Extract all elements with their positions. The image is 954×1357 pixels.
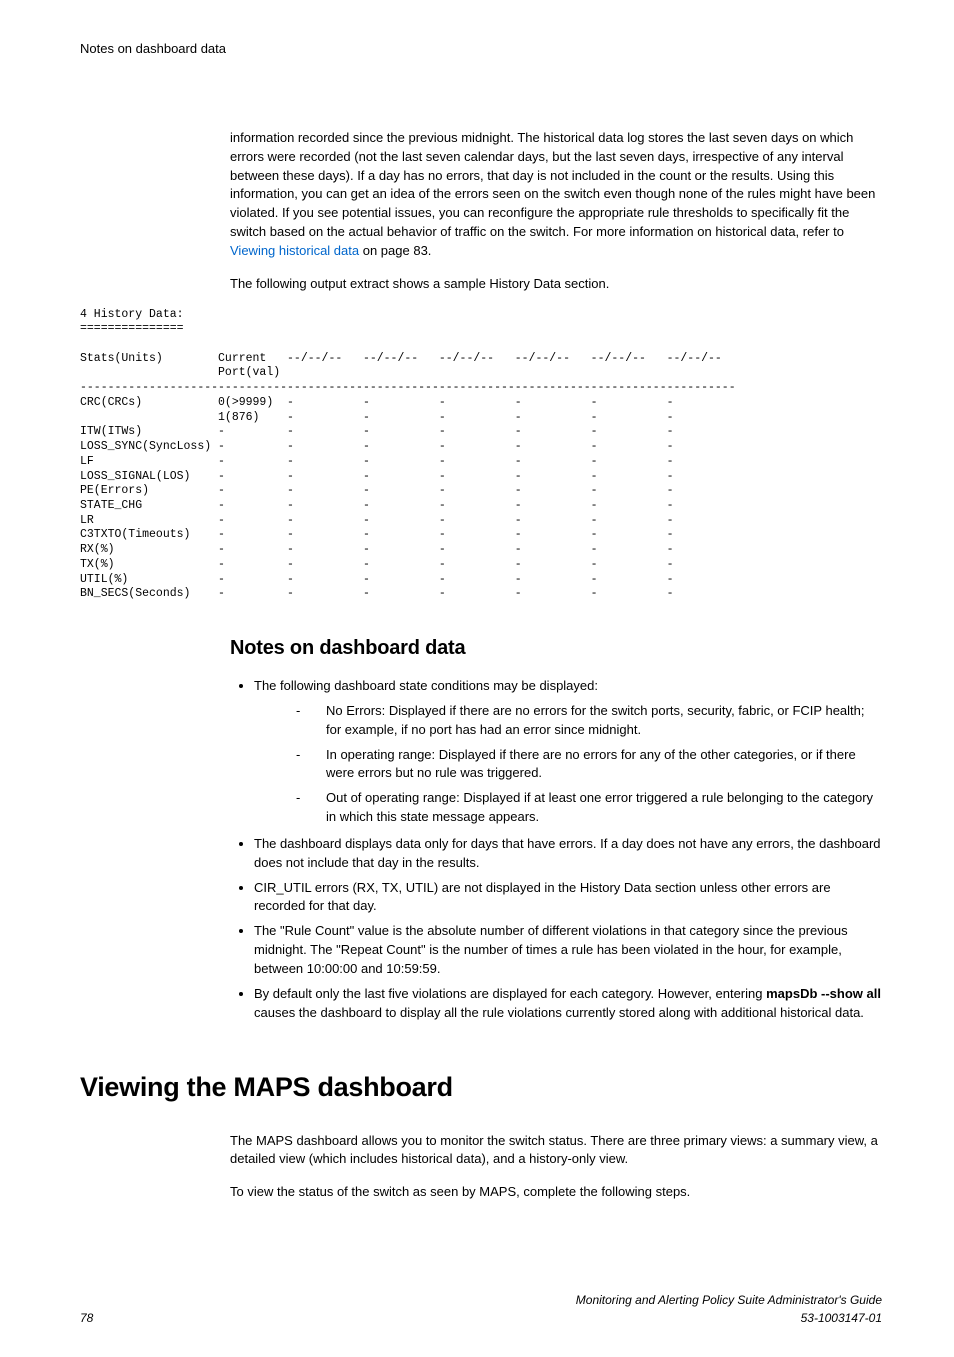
page-header: Notes on dashboard data [80, 40, 882, 59]
history-data-code: 4 History Data: =============== Stats(Un… [80, 308, 882, 602]
page-number: 78 [80, 1310, 93, 1327]
viewing-p1: The MAPS dashboard allows you to monitor… [230, 1132, 882, 1170]
intro-paragraph-2: The following output extract shows a sam… [230, 275, 882, 294]
list-item: By default only the last five violations… [254, 985, 882, 1023]
intro-p1-pre: information recorded since the previous … [230, 130, 875, 239]
b5-bold: mapsDb --show all [766, 986, 881, 1001]
viewing-p2: To view the status of the switch as seen… [230, 1183, 882, 1202]
list-item: The dashboard displays data only for day… [254, 835, 882, 873]
sub-list-item: No Errors: Displayed if there are no err… [296, 702, 882, 740]
notes-heading: Notes on dashboard data [230, 634, 882, 663]
footer-guide-title: Monitoring and Alerting Policy Suite Adm… [576, 1292, 882, 1309]
sub-list-item: In operating range: Displayed if there a… [296, 746, 882, 784]
sub-list: No Errors: Displayed if there are no err… [254, 702, 882, 827]
footer-doc-number: 53-1003147-01 [576, 1310, 882, 1327]
list-item: CIR_UTIL errors (RX, TX, UTIL) are not d… [254, 879, 882, 917]
viewing-heading: Viewing the MAPS dashboard [80, 1068, 882, 1107]
list-item: The "Rule Count" value is the absolute n… [254, 922, 882, 979]
viewing-historical-data-link[interactable]: Viewing historical data [230, 243, 359, 258]
page-footer: 78 Monitoring and Alerting Policy Suite … [80, 1292, 882, 1327]
bullet-text: The following dashboard state conditions… [254, 678, 598, 693]
intro-paragraph-1: information recorded since the previous … [230, 129, 882, 261]
list-item: The following dashboard state conditions… [254, 677, 882, 827]
intro-p1-post: on page 83. [359, 243, 431, 258]
b5-pre: By default only the last five violations… [254, 986, 766, 1001]
b5-post: causes the dashboard to display all the … [254, 1005, 864, 1020]
notes-list: The following dashboard state conditions… [230, 677, 882, 1023]
sub-list-item: Out of operating range: Displayed if at … [296, 789, 882, 827]
